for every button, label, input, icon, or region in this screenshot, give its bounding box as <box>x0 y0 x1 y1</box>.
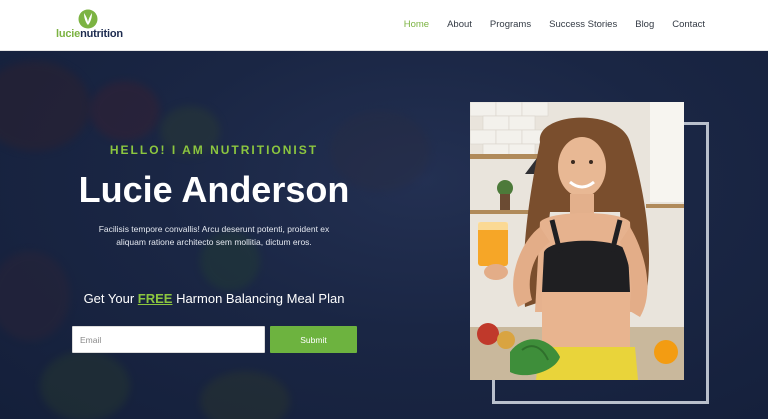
background-food-shape <box>200 371 290 419</box>
leaf-logo-icon <box>78 9 98 29</box>
nutritionist-illustration <box>470 102 684 380</box>
logo-text-nutrition: nutrition <box>80 28 123 40</box>
offer-heading: Get Your FREE Harmon Balancing Meal Plan <box>0 291 428 306</box>
nav-about[interactable]: About <box>447 19 472 30</box>
main-nav: Home About Programs Success Stories Blog… <box>386 19 705 30</box>
site-header: lucienutrition Home About Programs Succe… <box>0 0 768 51</box>
offer-suffix: Harmon Balancing Meal Plan <box>172 291 345 306</box>
logo-text-lucie: lucie <box>56 28 81 40</box>
nutritionist-photo <box>470 102 684 380</box>
nav-success-stories[interactable]: Success Stories <box>549 19 617 30</box>
nav-contact[interactable]: Contact <box>672 19 705 30</box>
hero-description: Facilisis tempore convallis! Arcu deseru… <box>98 224 330 247</box>
offer-prefix: Get Your <box>83 291 138 306</box>
background-food-shape <box>40 351 130 419</box>
nav-home[interactable]: Home <box>404 19 429 30</box>
nav-programs[interactable]: Programs <box>490 19 531 30</box>
email-field[interactable] <box>72 326 265 353</box>
submit-button[interactable]: Submit <box>270 326 357 353</box>
logo-text: lucienutrition <box>56 28 123 40</box>
background-food-shape <box>90 81 160 141</box>
offer-free: FREE <box>137 291 173 306</box>
hero-section: HELLO! I AM NUTRITIONIST Lucie Anderson … <box>0 51 768 419</box>
hero-title: Lucie Anderson <box>78 169 350 210</box>
background-food-shape <box>0 61 90 151</box>
logo[interactable]: lucienutrition <box>56 9 128 41</box>
hero-kicker: HELLO! I AM NUTRITIONIST <box>109 143 319 157</box>
nav-blog[interactable]: Blog <box>635 19 654 30</box>
